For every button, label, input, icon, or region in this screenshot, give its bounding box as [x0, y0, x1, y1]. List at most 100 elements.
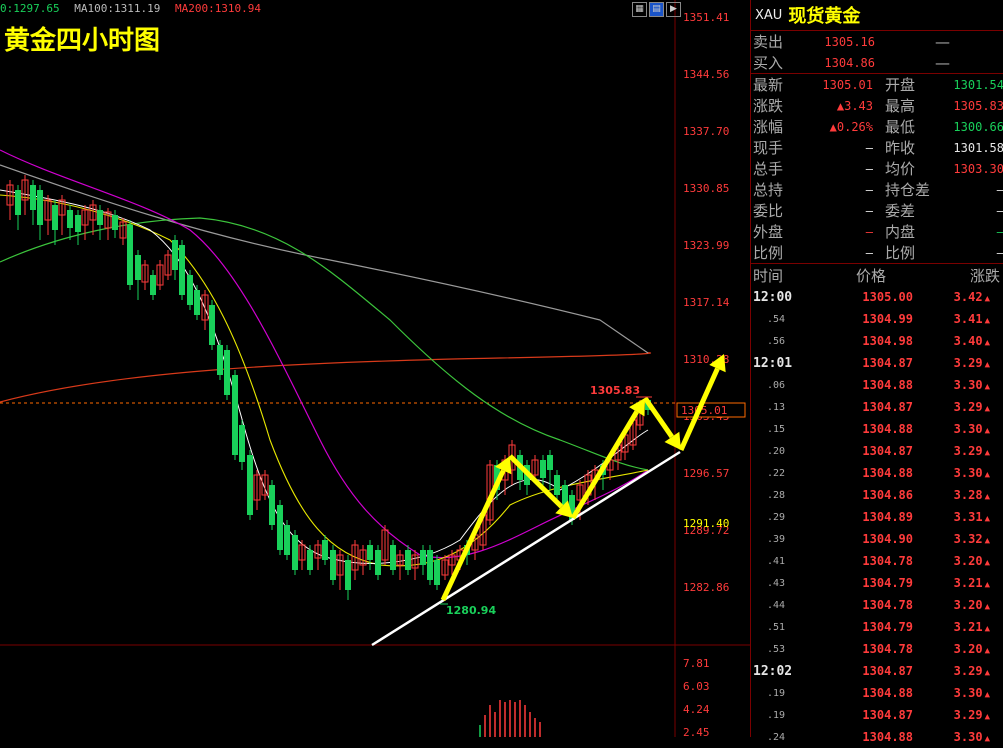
tick-change: 3.29 ▲ [913, 664, 1003, 678]
tick-change-value: 3.30 [953, 378, 983, 392]
quote-label: 比例 [753, 244, 784, 262]
ma-legend-item: MA200:1310.94 [174, 2, 262, 15]
candle-body [420, 550, 426, 565]
tick-time: .13 [767, 401, 786, 413]
candle-body [224, 350, 230, 395]
bid-ask-block: 卖出 1305.16 — 买入 1304.86 — [751, 31, 1003, 74]
candle-body [150, 275, 156, 295]
candle-body [390, 545, 396, 570]
tick-row: .43 1304.79 3.21 ▲ [751, 572, 1003, 594]
tick-change: 3.30 ▲ [913, 466, 1003, 480]
tick-time: .06 [767, 379, 786, 391]
tick-header-time: 时间 [753, 266, 784, 285]
tick-row: .51 1304.79 3.21 ▲ [751, 616, 1003, 638]
tick-change-value: 3.29 [953, 708, 983, 722]
ask-label: 卖出 [753, 33, 784, 51]
ma-legend: 0:1297.65 MA100:1311.19 MA200:1310.94 [0, 2, 269, 15]
tick-change: 3.28 ▲ [913, 488, 1003, 502]
candle-body [15, 190, 21, 215]
quote-value: — [950, 204, 1003, 218]
tick-time: .20 [767, 445, 786, 457]
up-arrow-icon: ▲ [984, 382, 990, 392]
volume-axis-label: 4.24 [683, 703, 710, 716]
candle-body [52, 205, 58, 230]
tick-change-value: 3.31 [953, 510, 983, 524]
tick-change: 3.30 ▲ [913, 378, 1003, 392]
tick-change-value: 3.30 [953, 422, 983, 436]
tick-price: 1304.90 [862, 532, 913, 546]
candle-body [67, 210, 73, 228]
candle-body [127, 225, 133, 285]
chart-icon[interactable]: ▤ [649, 2, 664, 17]
tick-price: 1304.87 [862, 400, 913, 414]
tick-row: .06 1304.88 3.30 ▲ [751, 374, 1003, 396]
quote-value: 1305.83 [953, 98, 1003, 113]
quote-label: 涨跌 [753, 97, 784, 115]
tick-change-value: 3.42 [953, 290, 983, 304]
candle-body [434, 560, 440, 585]
quote-label: 昨收 [885, 139, 916, 157]
up-arrow-icon: ▲ [984, 712, 990, 722]
grid-icon[interactable]: ▦ [632, 2, 647, 17]
ma100-line [0, 164, 649, 354]
tick-time: 12:02 [753, 663, 793, 679]
quote-table: 最新 1305.01 开盘 1301.54 涨跌 ▲3.43 最高 1305.83 涨幅 ▲0.2… [751, 74, 1003, 263]
quote-label: 委比 [753, 202, 784, 220]
quote-value: 1301.58 [953, 140, 1003, 155]
tick-time: .56 [767, 335, 786, 347]
ma200-line [0, 352, 652, 403]
tick-time: 12:00 [753, 289, 793, 305]
quote-row: 现手 — 昨收 1301.58 [751, 137, 1003, 158]
candle-body [187, 275, 193, 305]
tick-price: 1304.88 [862, 686, 913, 700]
crosshair-price-label: 1291.40 [683, 517, 729, 530]
tick-row: .24 1304.88 3.30 ▲ [751, 726, 1003, 748]
up-arrow-icon: ▲ [984, 360, 990, 370]
quote-row: 委比 — 委差 — [751, 200, 1003, 221]
tick-price: 1304.88 [862, 378, 913, 392]
quote-value: — [865, 140, 873, 155]
tick-price: 1304.79 [862, 576, 913, 590]
up-arrow-icon: ▲ [984, 338, 990, 348]
tick-list[interactable]: 12:00 1305.00 3.42 ▲ .54 1304.99 3.41 ▲ .56 1304.… [751, 286, 1003, 748]
up-arrow-icon: ▲ [984, 602, 990, 612]
tick-price: 1304.87 [862, 708, 913, 722]
quote-label: 涨幅 [753, 118, 784, 136]
up-arrow-icon: ▲ [984, 426, 990, 436]
candle-body [427, 550, 433, 580]
tick-header-price: 价格 [855, 266, 886, 285]
candle-body [277, 505, 283, 550]
tick-time: .22 [767, 467, 786, 479]
candle-body [547, 455, 553, 470]
tick-price: 1304.87 [862, 664, 913, 678]
chart-toolbar: ▦ ▤ ▶ [632, 2, 681, 17]
tick-change: 3.29 ▲ [913, 356, 1003, 370]
up-arrow-icon: ▲ [984, 690, 990, 700]
tick-time: .43 [767, 577, 786, 589]
tick-row: .53 1304.78 3.20 ▲ [751, 638, 1003, 660]
candlestick-chart[interactable]: 1351.41 1344.56 1337.70 1330.85 1323.99 1317.… [0, 0, 750, 737]
up-arrow-icon: ▲ [984, 668, 990, 678]
tick-price: 1304.88 [862, 466, 913, 480]
tick-change: 3.20 ▲ [913, 642, 1003, 656]
tick-price: 1304.99 [862, 312, 913, 326]
up-arrow-icon: ▲ [984, 492, 990, 502]
quote-value: ▲0.26% [829, 119, 873, 134]
tick-change-value: 3.40 [953, 334, 983, 348]
ask-value: 1305.16 [824, 34, 875, 49]
candle-body [405, 550, 411, 570]
tick-price: 1304.98 [862, 334, 913, 348]
play-icon[interactable]: ▶ [666, 2, 681, 17]
quote-row: 外盘 — 内盘 — [751, 221, 1003, 242]
tick-time: .53 [767, 643, 786, 655]
candle-body [375, 550, 381, 575]
candle-body [322, 540, 328, 560]
quote-value: — [865, 224, 873, 239]
chart-canvas: 1351.41 1344.56 1337.70 1330.85 1323.99 1317.… [0, 0, 750, 737]
quote-value: — [950, 246, 1003, 260]
quote-label: 委差 [885, 202, 916, 220]
tick-row: .15 1304.88 3.30 ▲ [751, 418, 1003, 440]
tick-price: 1304.86 [862, 488, 913, 502]
volume-axis-label: 6.03 [683, 680, 710, 693]
tick-price: 1304.87 [862, 444, 913, 458]
